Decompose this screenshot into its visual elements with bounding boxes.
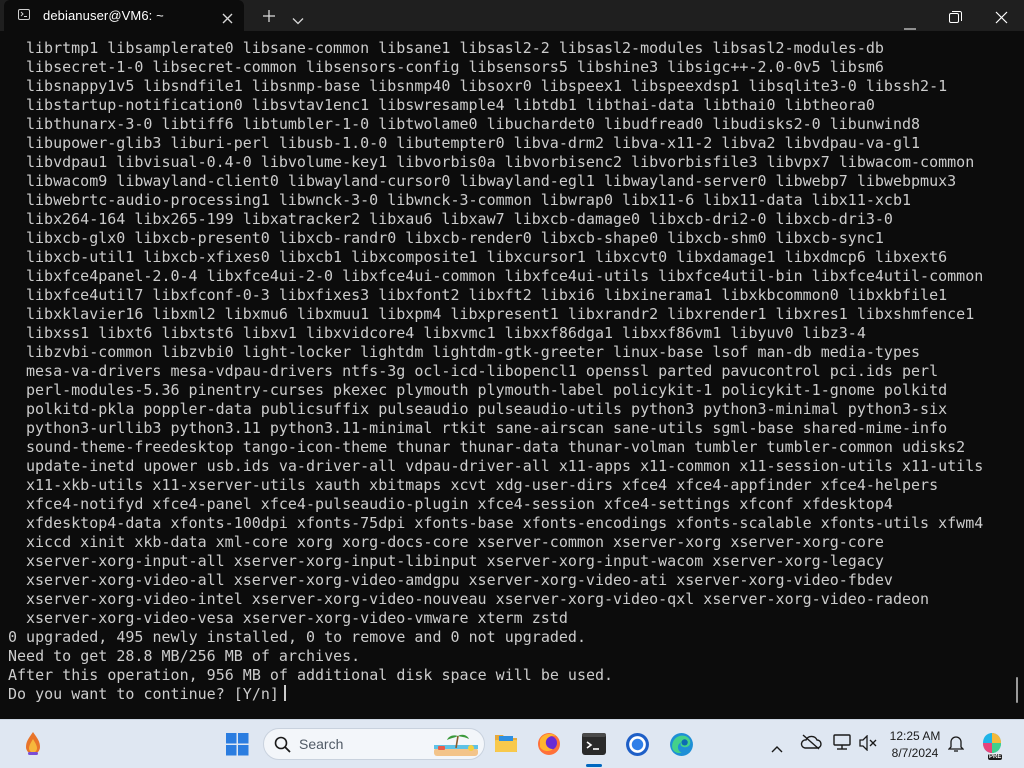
terminal-line: libxfce4util7 libxfconf-0-3 libxfixes3 l… bbox=[26, 286, 948, 304]
terminal-line: libwacom9 libwayland-client0 libwayland-… bbox=[26, 172, 957, 190]
terminal-line: libx264-164 libx265-199 libxatracker2 li… bbox=[26, 210, 893, 228]
terminal-text: librtmp1 libsamplerate0 libsane-common l… bbox=[8, 39, 983, 704]
terminal-line: xfdesktop4-data xfonts-100dpi xfonts-75d… bbox=[26, 514, 984, 532]
search-placeholder: Search bbox=[299, 736, 344, 752]
terminal-line: x11-xkb-utils x11-xserver-utils xauth xb… bbox=[26, 476, 939, 494]
terminal-icon bbox=[18, 9, 30, 20]
terminal-line: perl-modules-5.36 pinentry-curses pkexec… bbox=[26, 381, 948, 399]
clock-time[interactable]: 12:25 AM bbox=[885, 729, 945, 743]
terminal-line: librtmp1 libsamplerate0 libsane-common l… bbox=[26, 39, 884, 57]
volume-muted-icon[interactable] bbox=[859, 734, 877, 755]
terminal-line: libsnappy1v5 libsndfile1 libsnmp-base li… bbox=[26, 77, 948, 95]
terminal-line: libthunarx-3-0 libtiff6 libtumbler-1-0 l… bbox=[26, 115, 921, 133]
terminal-prompt-line[interactable]: Do you want to continue? [Y/n] bbox=[8, 685, 983, 704]
terminal-line: libsecret-1-0 libsecret-common libsensor… bbox=[26, 58, 884, 76]
firefox-icon[interactable] bbox=[537, 732, 561, 760]
terminal-line: xfce4-notifyd xfce4-panel xfce4-pulseaud… bbox=[26, 495, 893, 513]
terminal-line: libxss1 libxt6 libxtst6 libxv1 libxvidco… bbox=[26, 324, 866, 342]
terminal-line: xserver-xorg-video-vesa xserver-xorg-vid… bbox=[26, 609, 568, 627]
file-explorer-icon[interactable] bbox=[494, 732, 518, 758]
active-app-indicator bbox=[586, 764, 602, 767]
terminal-line: xserver-xorg-video-intel xserver-xorg-vi… bbox=[26, 590, 930, 608]
terminal-line: libxcb-glx0 libxcb-present0 libxcb-randr… bbox=[26, 229, 884, 247]
title-bar: debianuser@VM6: ~ bbox=[0, 0, 1024, 31]
chrome-icon[interactable] bbox=[625, 732, 650, 761]
chevron-up-icon[interactable] bbox=[771, 738, 783, 757]
terminal-output[interactable]: librtmp1 libsamplerate0 libsane-common l… bbox=[0, 31, 1024, 719]
close-icon[interactable] bbox=[222, 9, 233, 28]
tab-title: debianuser@VM6: ~ bbox=[43, 8, 164, 23]
search-icon bbox=[274, 736, 291, 757]
terminal-summary-line: 0 upgraded, 495 newly installed, 0 to re… bbox=[8, 628, 586, 646]
terminal-summary-line: Need to get 28.8 MB/256 MB of archives. bbox=[8, 647, 361, 665]
terminal-line: libvdpau1 libvisual-0.4-0 libvolume-key1… bbox=[26, 153, 975, 171]
terminal-line: xiccd xinit xkb-data xml-core xorg xorg-… bbox=[26, 533, 884, 551]
network-ethernet-icon[interactable] bbox=[833, 734, 851, 754]
onedrive-cloud-icon[interactable] bbox=[800, 734, 822, 754]
widgets-weather-icon[interactable] bbox=[20, 730, 46, 762]
chevron-down-icon[interactable] bbox=[292, 10, 304, 29]
terminal-line: mesa-va-drivers mesa-vdpau-drivers ntfs-… bbox=[26, 362, 939, 380]
terminal-line: libstartup-notification0 libsvtav1enc1 l… bbox=[26, 96, 875, 114]
terminal-line: libxklavier16 libxml2 libxmu6 libxmuu1 l… bbox=[26, 305, 975, 323]
maximize-icon[interactable] bbox=[949, 9, 962, 28]
close-icon[interactable] bbox=[995, 9, 1008, 28]
terminal-line: python3-urllib3 python3.11 python3.11-mi… bbox=[26, 419, 948, 437]
search-highlight-beach-icon bbox=[434, 732, 478, 760]
terminal-line: libxcb-util1 libxcb-xfixes0 libxcb1 libx… bbox=[26, 248, 948, 266]
clock-date[interactable]: 8/7/2024 bbox=[885, 746, 945, 760]
terminal-tab[interactable]: debianuser@VM6: ~ bbox=[4, 0, 244, 31]
terminal-line: update-inetd upower usb.ids va-driver-al… bbox=[26, 457, 984, 475]
text-cursor bbox=[283, 685, 286, 701]
terminal-prompt: Do you want to continue? [Y/n] bbox=[8, 685, 288, 703]
scrollbar-thumb[interactable] bbox=[1016, 677, 1018, 703]
taskbar: Search 12:25 AM 8/7/2024 PRE bbox=[0, 719, 1024, 768]
terminal-line: polkitd-pkla poppler-data publicsuffix p… bbox=[26, 400, 948, 418]
new-tab-plus-icon[interactable] bbox=[262, 8, 276, 27]
terminal-line: sound-theme-freedesktop tango-icon-theme… bbox=[26, 438, 966, 456]
taskbar-search-box[interactable]: Search bbox=[263, 728, 485, 760]
start-windows-icon[interactable] bbox=[226, 733, 249, 760]
terminal-line: xserver-xorg-input-all xserver-xorg-inpu… bbox=[26, 552, 884, 570]
terminal-line: libwebrtc-audio-processing1 libwnck-3-0 … bbox=[26, 191, 912, 209]
terminal-summary-line: After this operation, 956 MB of addition… bbox=[8, 666, 614, 684]
terminal-line: libzvbi-common libzvbi0 light-locker lig… bbox=[26, 343, 921, 361]
terminal-line: libxfce4panel-2.0-4 libxfce4ui-2-0 libxf… bbox=[26, 267, 984, 285]
terminal-icon[interactable] bbox=[582, 733, 606, 759]
terminal-line: xserver-xorg-video-all xserver-xorg-vide… bbox=[26, 571, 893, 589]
edge-icon[interactable] bbox=[669, 732, 694, 761]
notification-bell-icon[interactable] bbox=[947, 734, 965, 756]
copilot-pre-badge: PRE bbox=[988, 754, 1003, 760]
terminal-line: libupower-glib3 liburi-perl libusb-1.0-0… bbox=[26, 134, 921, 152]
